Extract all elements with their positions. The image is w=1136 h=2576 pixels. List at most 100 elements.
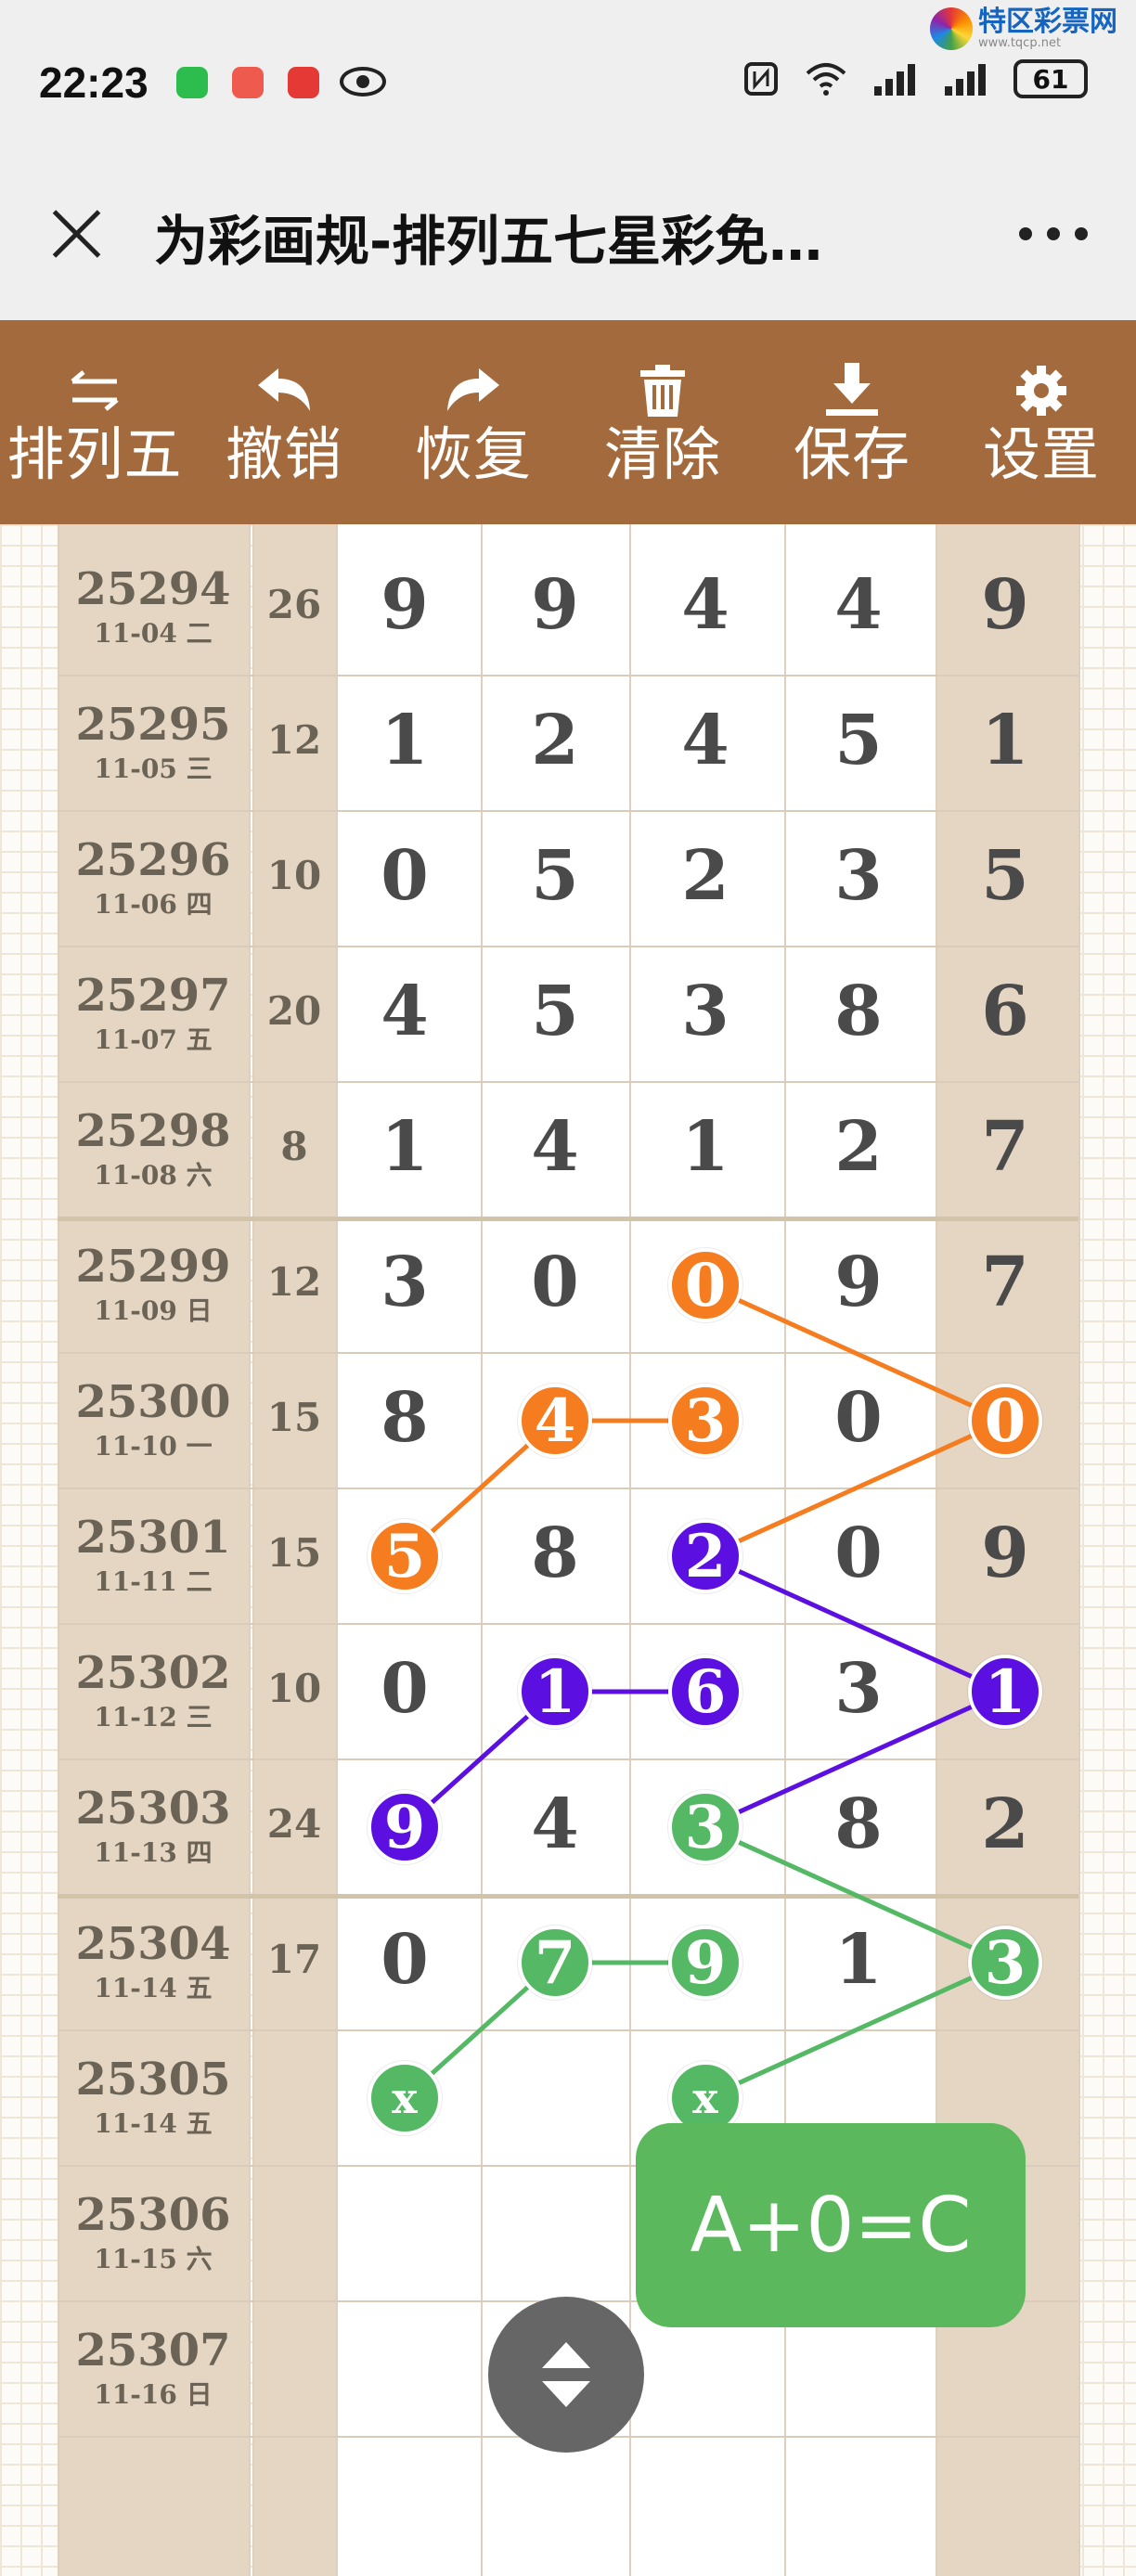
digit-cell[interactable]: 3 — [659, 972, 752, 1051]
digit-cell[interactable]: 3 — [812, 836, 905, 916]
issue-number: 25300 — [75, 1376, 231, 1428]
issue-label: 25299 11-09 日 — [58, 1239, 249, 1328]
formula-badge[interactable]: A+0=C — [636, 2123, 1026, 2327]
digit-cell[interactable]: 2 — [509, 701, 601, 780]
more-icon[interactable] — [1019, 227, 1088, 240]
digit-cell[interactable]: 9 — [959, 565, 1052, 645]
digit-cell[interactable]: 5 — [812, 701, 905, 780]
highlighted-digit[interactable]: 5 — [368, 1519, 442, 1593]
digit-cell[interactable]: 9 — [509, 565, 601, 645]
highlighted-digit[interactable]: 1 — [968, 1655, 1042, 1729]
tool-label: 恢复 — [414, 419, 532, 488]
status-right: 61 — [742, 59, 1088, 98]
issue-number: 25294 — [75, 563, 231, 615]
settings-button[interactable]: 设置 — [947, 320, 1136, 524]
digit-cell[interactable]: 4 — [358, 972, 451, 1051]
digit-cell[interactable]: 5 — [959, 836, 1052, 916]
issue-label: 25294 11-04 二 — [58, 561, 249, 650]
highlighted-digit[interactable]: 2 — [668, 1519, 742, 1593]
digit-cell[interactable]: 0 — [358, 1649, 451, 1729]
undo-button[interactable]: 撤销 — [189, 320, 379, 524]
drawing-grid[interactable]: 25294 11-04 二 26 9 9 4 4 9 25295 11-05 三 12 1 2 4 5 1 25… — [0, 524, 1136, 2576]
digit-cell[interactable]: 5 — [509, 836, 601, 916]
tool-label: 保存 — [793, 419, 910, 488]
highlighted-digit[interactable]: 7 — [518, 1926, 592, 2000]
digit-cell[interactable]: 3 — [358, 1243, 451, 1322]
status-bar: 22:23 61 特区彩票网 www.tqcp.net — [0, 0, 1136, 172]
digit-cell[interactable]: 7 — [959, 1243, 1052, 1322]
digit-cell[interactable]: 9 — [959, 1513, 1052, 1593]
digit-cell[interactable]: 0 — [358, 1920, 451, 2000]
issue-date: 11-13 四 — [94, 1837, 213, 1868]
digit-cell[interactable]: 2 — [959, 1784, 1052, 1864]
issue-date: 11-04 二 — [94, 618, 213, 649]
digit-cell[interactable]: 2 — [812, 1107, 905, 1187]
digit-cell[interactable]: 9 — [812, 1243, 905, 1322]
digit-cell[interactable]: 4 — [659, 701, 752, 780]
digit-cell[interactable]: 2 — [659, 836, 752, 916]
sum-value: 10 — [266, 1666, 322, 1711]
signal-icon — [874, 64, 915, 96]
issue-label: 25296 11-06 四 — [58, 832, 249, 921]
digit-cell[interactable]: 4 — [509, 1784, 601, 1864]
battery-icon: 61 — [1013, 59, 1088, 98]
digit-cell[interactable]: 1 — [812, 1920, 905, 2000]
digit-cell[interactable]: 0 — [812, 1513, 905, 1593]
watermark-logo — [930, 7, 973, 50]
digit-cell[interactable]: 4 — [812, 565, 905, 645]
nfc-icon — [744, 62, 778, 96]
digit-cell[interactable]: 1 — [659, 1107, 752, 1187]
highlighted-digit[interactable]: 3 — [668, 1384, 742, 1458]
close-icon[interactable] — [46, 204, 106, 264]
digit-cell[interactable]: 8 — [358, 1378, 451, 1458]
digit-cell[interactable]: 9 — [358, 565, 451, 645]
digit-cell[interactable]: 8 — [812, 972, 905, 1051]
highlighted-digit[interactable]: 9 — [668, 1926, 742, 2000]
tool-lottery-type[interactable]: 排列五 — [0, 320, 189, 524]
issue-label: 25305 11-14 五 — [58, 2052, 249, 2141]
redo-button[interactable]: 恢复 — [379, 320, 568, 524]
highlighted-digit[interactable]: 3 — [968, 1926, 1042, 2000]
digit-cell[interactable]: 0 — [358, 836, 451, 916]
digit-cell[interactable]: 8 — [509, 1513, 601, 1593]
highlighted-digit[interactable]: 0 — [968, 1384, 1042, 1458]
clear-button[interactable]: 清除 — [568, 320, 757, 524]
highlighted-digit[interactable]: x — [368, 2061, 442, 2135]
sum-value: 15 — [266, 1395, 322, 1440]
digit-cell[interactable]: 1 — [358, 1107, 451, 1187]
redo-icon — [447, 367, 499, 411]
eye-icon — [340, 67, 386, 97]
digit-cell[interactable]: 0 — [812, 1378, 905, 1458]
highlighted-digit[interactable]: 6 — [668, 1655, 742, 1729]
red-app-icon — [288, 67, 319, 98]
wifi-icon — [806, 63, 846, 96]
issue-number: 25304 — [75, 1918, 231, 1970]
issue-label: 25297 11-07 五 — [58, 968, 249, 1057]
tool-label: 排列五 — [6, 419, 183, 488]
highlighted-digit[interactable]: 4 — [518, 1384, 592, 1458]
highlighted-digit[interactable]: 1 — [518, 1655, 592, 1729]
wechat-icon — [176, 67, 208, 98]
digit-cell[interactable]: 7 — [959, 1107, 1052, 1187]
digit-cell[interactable]: 4 — [509, 1107, 601, 1187]
sum-value: 12 — [266, 717, 322, 763]
highlighted-digit[interactable]: 9 — [368, 1790, 442, 1864]
issue-date: 11-09 日 — [94, 1295, 213, 1326]
digit-cell[interactable]: 5 — [509, 972, 601, 1051]
highlighted-digit[interactable]: 0 — [668, 1248, 742, 1322]
highlighted-digit[interactable]: 3 — [668, 1790, 742, 1864]
issue-number: 25298 — [75, 1105, 231, 1157]
digit-cell[interactable]: 3 — [812, 1649, 905, 1729]
issue-number: 25306 — [75, 2189, 231, 2241]
digit-cell[interactable]: 1 — [959, 701, 1052, 780]
sum-value: 8 — [280, 1124, 308, 1169]
digit-cell[interactable]: 8 — [812, 1784, 905, 1864]
digit-cell[interactable]: 1 — [358, 701, 451, 780]
digit-cell[interactable]: 4 — [659, 565, 752, 645]
digit-cell[interactable]: 6 — [959, 972, 1052, 1051]
save-button[interactable]: 保存 — [757, 320, 947, 524]
digit-cell[interactable]: 0 — [509, 1243, 601, 1322]
sum-value: 10 — [266, 853, 322, 898]
scroll-toggle-button[interactable] — [488, 2297, 644, 2453]
issue-date: 11-14 五 — [94, 2108, 213, 2139]
